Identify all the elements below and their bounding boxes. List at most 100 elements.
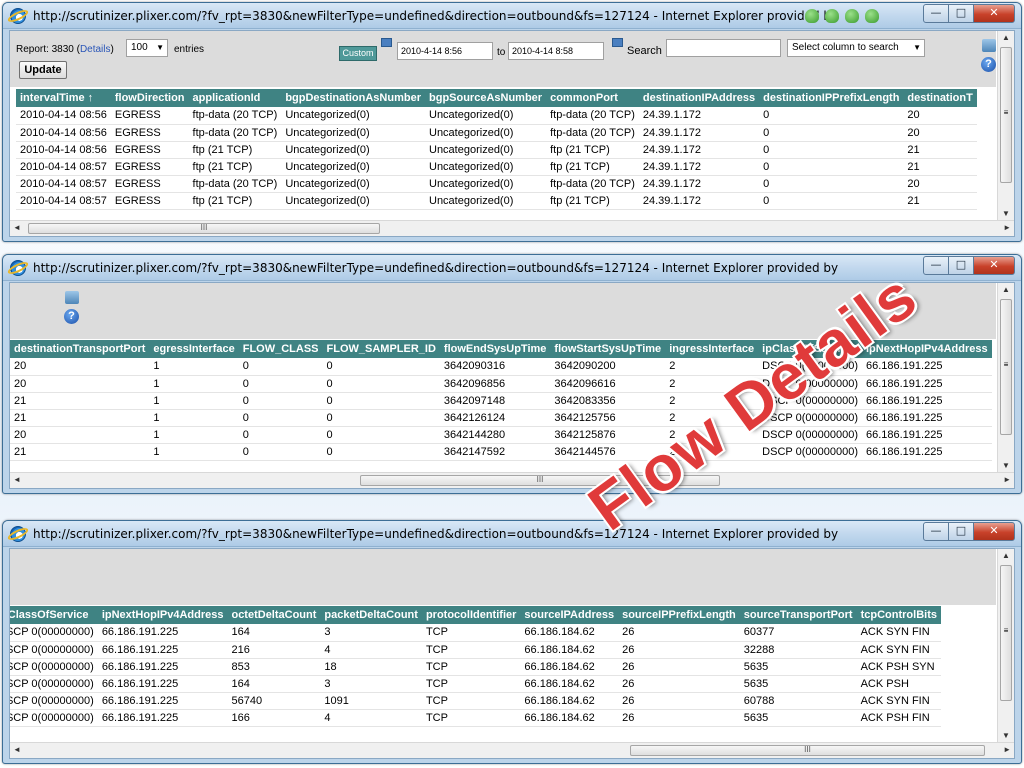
column-header[interactable]: intervalTime ↑ [16,89,111,107]
help-icon[interactable]: ? [64,309,79,324]
column-header[interactable]: destinationIPAddress [638,89,760,107]
vertical-scrollbar[interactable]: ▲ ≡ ▼ [997,31,1014,220]
column-header[interactable]: bgpSourceAsNumber [425,89,547,107]
table-row[interactable]: 2010-04-14 08:56 EGRESS ftp-data (20 TCP) U… [16,124,977,142]
table-row[interactable]: 21 1 0 0 3642097148 3642083356 2 DSCP 0(0000000… [10,392,992,410]
vertical-scrollbar[interactable]: ▲ ≡ ▼ [997,283,1014,472]
minimize-button[interactable]: — [923,256,949,275]
horizontal-scrollbar[interactable]: ◄ III ► [10,220,1014,236]
help-icon[interactable]: ? [981,57,996,72]
table-row[interactable]: 21 1 0 0 3642147592 3642144576 2 DSCP 0(0000000… [10,443,992,461]
close-button[interactable]: ✕ [973,256,1015,275]
column-header[interactable]: flowDirection [110,89,189,107]
table-cell: 0 [238,409,323,427]
calendar-icon[interactable] [381,38,392,47]
column-header[interactable]: octetDeltaCount [227,606,321,624]
browser-window-report[interactable]: http://scrutinizer.plixer.com/?fv_rpt=38… [2,2,1022,242]
table-row[interactable]: 2010-04-14 08:56 EGRESS ftp (21 TCP) Uncate… [16,141,977,159]
column-header[interactable]: bgpDestinationAsNumber [281,89,425,107]
table-cell: TCP [421,658,521,676]
from-date-input[interactable] [397,42,493,60]
column-header[interactable]: destinationTransportPort [10,340,150,358]
vertical-scroll-thumb[interactable]: ≡ [1000,565,1012,701]
table-row[interactable]: 2010-04-14 08:57 EGRESS ftp (21 TCP) Uncate… [16,192,977,210]
table-cell: 3642125756 [550,409,666,427]
table-cell: 20 [903,107,977,125]
table-cell: DSCP 0(00000000) [10,641,98,659]
table-row[interactable]: 2010-04-14 08:57 EGRESS ftp-data (20 TCP) U… [16,175,977,193]
scroll-up-icon[interactable]: ▲ [1002,33,1010,42]
scroll-down-icon[interactable]: ▼ [1002,731,1010,740]
maximize-button[interactable]: □ [948,522,974,541]
browser-window-report[interactable]: http://scrutinizer.plixer.com/?fv_rpt=38… [2,520,1022,764]
column-header[interactable]: flowEndSysUpTime [439,340,551,358]
scroll-down-icon[interactable]: ▼ [1002,461,1010,470]
addon-status-icons [805,9,885,26]
scroll-right-icon[interactable]: ► [1003,475,1011,484]
vertical-scroll-thumb[interactable]: ≡ [1000,299,1012,435]
column-header[interactable]: ipClassOfService [10,606,98,624]
custom-range-button[interactable]: Custom [339,46,377,61]
search-input[interactable] [666,39,781,57]
vertical-scroll-thumb[interactable]: ≡ [1000,47,1012,183]
update-button[interactable]: Update [19,61,67,79]
table-row[interactable]: 20 1 0 0 3642144280 3642125876 2 DSCP 0(0000000… [10,426,992,444]
table-row[interactable]: 2010-04-14 08:57 EGRESS ftp (21 TCP) Uncate… [16,158,977,176]
column-header[interactable]: sourceTransportPort [739,606,857,624]
column-header[interactable]: ipNextHopIPv4Address [97,606,228,624]
column-header[interactable]: destinationIPPrefixLength [759,89,904,107]
entries-select[interactable]: 100 ▼ [126,39,168,57]
scroll-right-icon[interactable]: ► [1003,745,1011,754]
table-row[interactable]: DSCP 0(00000000)66.186.191.2252164TCP66.… [10,641,941,659]
horizontal-scroll-thumb[interactable]: III [630,745,985,756]
table-row[interactable]: 2010-04-14 08:56 EGRESS ftp-data (20 TCP) U… [16,107,977,125]
calendar-icon[interactable] [612,38,623,47]
column-header[interactable]: ingressInterface [665,340,759,358]
table-row[interactable]: DSCP 0(00000000)66.186.191.2251664TCP66.… [10,709,941,727]
column-header[interactable]: packetDeltaCount [320,606,422,624]
scroll-right-icon[interactable]: ► [1003,223,1011,232]
export-icon[interactable] [982,39,996,52]
maximize-button[interactable]: □ [948,4,974,23]
close-button[interactable]: ✕ [973,522,1015,541]
flow-table: ipClassOfServiceipNextHopIPv4Addressocte… [10,606,941,727]
table-row[interactable]: DSCP 0(00000000)66.186.191.225567401091T… [10,692,941,710]
scroll-down-icon[interactable]: ▼ [1002,209,1010,218]
details-link[interactable]: Details [80,44,111,55]
vertical-scrollbar[interactable]: ▲ ≡ ▼ [997,549,1014,742]
column-header[interactable]: flowStartSysUpTime [550,340,666,358]
table-row[interactable]: DSCP 0(00000000)66.186.191.2251643TCP66.… [10,675,941,693]
to-date-input[interactable] [508,42,604,60]
column-header[interactable]: commonPort [546,89,639,107]
column-header[interactable]: tcpControlBits [856,606,941,624]
column-header[interactable]: sourceIPAddress [520,606,619,624]
table-cell: 66.186.191.225 [97,675,228,693]
minimize-button[interactable]: — [923,4,949,23]
column-header[interactable]: destinationT [903,89,977,107]
column-header[interactable]: FLOW_CLASS [238,340,323,358]
table-row[interactable]: DSCP 0(00000000)66.186.191.2251643TCP66.… [10,624,941,642]
close-button[interactable]: ✕ [973,4,1015,23]
scroll-up-icon[interactable]: ▲ [1002,285,1010,294]
title-bar[interactable]: http://scrutinizer.plixer.com/?fv_rpt=38… [3,3,1021,29]
maximize-button[interactable]: □ [948,256,974,275]
table-cell: 20 [10,375,150,393]
column-header[interactable]: FLOW_SAMPLER_ID [322,340,440,358]
table-row[interactable]: DSCP 0(00000000)66.186.191.22585318TCP66… [10,658,941,676]
column-header[interactable]: egressInterface [149,340,239,358]
minimize-button[interactable]: — [923,522,949,541]
scroll-up-icon[interactable]: ▲ [1002,551,1010,560]
horizontal-scrollbar[interactable]: ◄ III ► [10,742,1014,758]
column-header[interactable]: sourceIPPrefixLength [618,606,740,624]
horizontal-scrollbar[interactable]: ◄ III ► [10,472,1014,488]
horizontal-scroll-thumb[interactable]: III [28,223,380,234]
export-icon[interactable] [65,291,79,304]
table-row[interactable]: 21 1 0 0 3642126124 3642125756 2 DSCP 0(0000000… [10,409,992,427]
column-header[interactable]: protocolIdentifier [421,606,521,624]
column-search-select[interactable]: Select column to search ▼ [787,39,925,57]
scroll-left-icon[interactable]: ◄ [13,223,21,232]
title-bar[interactable]: http://scrutinizer.plixer.com/?fv_rpt=38… [3,521,1021,547]
column-header[interactable]: applicationId [188,89,282,107]
scroll-left-icon[interactable]: ◄ [13,745,21,754]
scroll-left-icon[interactable]: ◄ [13,475,21,484]
